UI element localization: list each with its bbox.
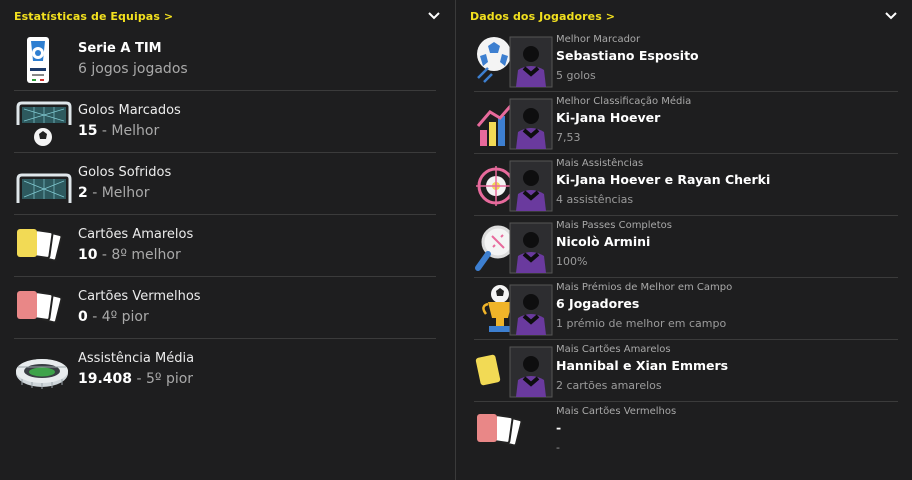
rating-chart-icon [474,96,554,152]
player-row-detail: 100% [556,255,588,268]
player-row-category: Mais Passes Completos [556,220,672,231]
team-row-value: 19.408 - 5º pior [78,371,194,387]
player-row-name[interactable]: Sebastiano Esposito [556,48,699,63]
player-stats-title[interactable]: Dados dos Jogadores > [470,10,615,23]
team-row-label: Golos Marcados [78,103,181,118]
player-row-name[interactable]: Ki-Jana Hoever [556,110,660,125]
player-row-category: Mais Prémios de Melhor em Campo [556,282,733,293]
team-row-label: Golos Sofridos [78,165,172,180]
team-stats-header[interactable]: Estatísticas de Equipas > [14,8,441,24]
player-row-red-cards[interactable]: Mais Cartões Vermelhos - - [474,402,898,464]
player-row-category: Mais Assistências [556,158,644,169]
player-row-name[interactable]: - [556,420,561,435]
team-row-attendance[interactable]: Assistência Média 19.408 - 5º pior [14,339,436,401]
player-row-category: Mais Cartões Vermelhos [556,406,677,417]
player-row-category: Mais Cartões Amarelos [556,344,671,355]
goal-net-ball-icon [14,97,72,149]
player-row-category: Melhor Marcador [556,34,641,45]
player-row-passes[interactable]: Mais Passes Completos Nicolò Armini 100% [474,216,898,278]
team-row-label: Cartões Amarelos [78,227,194,242]
pass-magnifier-icon [474,220,554,276]
stats-screen: Estatísticas de Equipas > Dados dos Joga… [0,0,912,480]
serie-a-logo-icon [14,35,72,87]
player-row-detail: 4 assistências [556,193,634,206]
player-row-name[interactable]: Nicolò Armini [556,234,650,249]
top-scorer-icon [474,34,554,90]
player-row-detail: - [556,441,560,454]
team-row-goals-scored[interactable]: Golos Marcados 15 - Melhor [14,91,436,153]
player-row-category: Melhor Classificação Média [556,96,692,107]
player-row-detail: 1 prémio de melhor em campo [556,317,727,330]
team-row-yellow-cards[interactable]: Cartões Amarelos 10 - 8º melhor [14,215,436,277]
team-row-value: 2 - Melhor [78,185,150,201]
trophy-icon [474,282,554,338]
team-row-value: 6 jogos jogados [78,61,188,77]
red-cards-icon [474,406,554,462]
yellow-card-icon [474,344,554,400]
player-row-mom-awards[interactable]: Mais Prémios de Melhor em Campo 6 Jogado… [474,278,898,340]
player-row-best-rating[interactable]: Melhor Classificação Média Ki-Jana Hoeve… [474,92,898,154]
team-row-goals-conceded[interactable]: Golos Sofridos 2 - Melhor [14,153,436,215]
player-row-assists[interactable]: Mais Assistências Ki-Jana Hoever e Rayan… [474,154,898,216]
team-row-label: Serie A TIM [78,41,162,56]
chevron-down-icon[interactable] [427,9,441,23]
team-row-league[interactable]: Serie A TIM 6 jogos jogados [14,29,436,91]
goal-net-icon [14,159,72,211]
team-stats-title[interactable]: Estatísticas de Equipas > [14,10,173,23]
player-row-top-scorer[interactable]: Melhor Marcador Sebastiano Esposito 5 go… [474,30,898,92]
player-stats-header[interactable]: Dados dos Jogadores > [470,8,898,24]
team-row-value: 10 - 8º melhor [78,247,181,263]
player-row-detail: 2 cartões amarelos [556,379,662,392]
team-row-value: 15 - Melhor [78,123,160,139]
player-row-name[interactable]: Ki-Jana Hoever e Rayan Cherki [556,172,770,187]
yellow-cards-icon [14,221,72,273]
target-icon [474,158,554,214]
team-row-value: 0 - 4º pior [78,309,149,325]
player-row-name[interactable]: 6 Jogadores [556,296,639,311]
player-row-name[interactable]: Hannibal e Xian Emmers [556,358,728,373]
chevron-down-icon[interactable] [884,9,898,23]
player-row-yellow-cards[interactable]: Mais Cartões Amarelos Hannibal e Xian Em… [474,340,898,402]
team-row-red-cards[interactable]: Cartões Vermelhos 0 - 4º pior [14,277,436,339]
player-row-detail: 7,53 [556,131,581,144]
team-row-label: Cartões Vermelhos [78,289,201,304]
stadium-icon [14,345,72,397]
red-cards-icon [14,283,72,335]
player-row-detail: 5 golos [556,69,596,82]
team-row-label: Assistência Média [78,351,195,366]
